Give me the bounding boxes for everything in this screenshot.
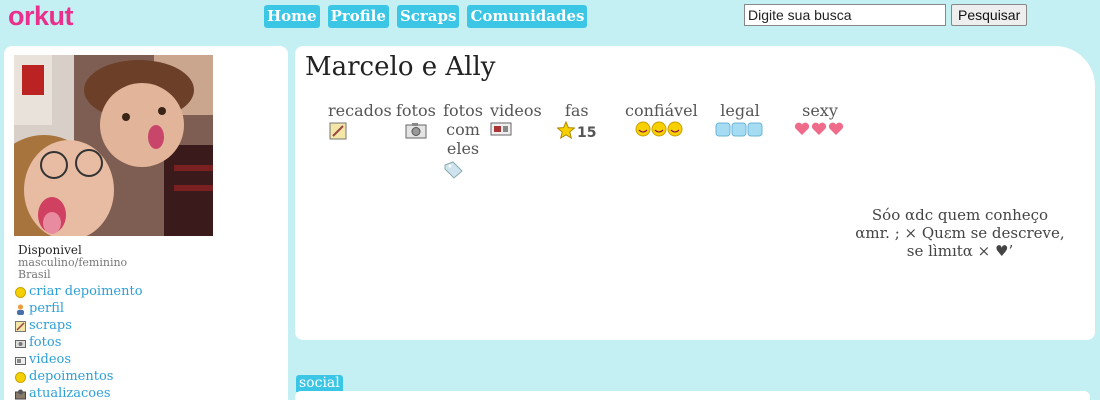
stat-label: sexy [802,101,838,120]
stat-sexy[interactable]: sexy [794,101,846,141]
fans-count: 15 [577,124,597,141]
profile-name: Marcelo e Ally [305,52,496,82]
profile-meta: masculino/feminino Brasil [18,257,127,281]
stat-videos[interactable]: videos [490,101,542,141]
menu-label: atualizacoes [29,386,111,400]
trusty-smiley-icon [635,121,687,141]
ice-cube-icon [715,121,765,141]
stat-label: fotos com eles [443,101,483,158]
stat-label: legal [720,101,760,120]
menu-item-atualizacoes[interactable]: atualizacoes [15,385,143,400]
stat-legal[interactable]: legal [715,101,765,141]
camera-icon [15,337,26,348]
menu-label: scraps [29,318,72,333]
search-bar: Pesquisar [744,4,1028,26]
profile-bio: Sóo αdc quem conheço αmr. ; × Quεm se de… [855,206,1065,260]
profile-card: Marcelo e Ally recados fotos fotos com e… [295,46,1095,340]
search-button[interactable]: Pesquisar [951,4,1028,26]
stat-recados[interactable]: recados [328,101,392,145]
menu-label: depoimentos [29,369,114,384]
camera-icon [405,121,427,143]
menu-item-depoimentos[interactable]: depoimentos [15,368,143,385]
stat-fotos-com-eles[interactable]: fotos com eles [442,101,484,183]
smiley-icon [15,286,26,298]
stat-label: confiável [625,101,698,120]
stat-label: videos [490,101,542,120]
menu-item-perfil[interactable]: perfil [15,300,143,317]
profile-photo[interactable] [14,55,213,236]
social-panel [295,391,1090,400]
menu-label: criar depoimento [29,284,143,299]
profile-sidebar: Disponivel masculino/feminino Brasil cri… [4,46,288,400]
nav-comunidades[interactable]: Comunidades [467,5,588,28]
smiley-icon [15,371,26,383]
menu-label: fotos [29,335,62,350]
country-text: Brasil [18,268,51,281]
notepad-icon [15,320,26,332]
search-input[interactable] [744,4,946,26]
orkut-logo[interactable]: orkut [8,1,74,32]
menu-item-videos[interactable]: videos [15,351,143,368]
star-icon [556,120,576,145]
notepad-icon [328,121,348,145]
main-nav: Home Profile Scraps Comunidades [264,5,588,28]
video-icon [490,121,512,141]
update-icon [15,388,26,400]
online-status: Disponivel [18,243,82,257]
stat-fas[interactable]: fas 15 [556,101,597,145]
stat-confiavel[interactable]: confiável [625,101,698,141]
stat-label: fotos [396,101,436,120]
stat-fotos[interactable]: fotos [396,101,436,143]
user-icon [15,303,26,315]
stat-label: recados [328,101,392,120]
menu-label: videos [29,352,72,367]
tag-icon [442,159,464,183]
menu-item-fotos[interactable]: fotos [15,334,143,351]
nav-home[interactable]: Home [264,5,320,28]
menu-item-criar-depoimento[interactable]: criar depoimento [15,283,143,300]
nav-profile[interactable]: Profile [327,5,389,28]
profile-menu: criar depoimento perfil scraps fotos vid… [15,283,143,400]
heart-icon [794,121,846,141]
video-icon [15,354,26,365]
menu-label: perfil [29,301,65,316]
stat-label: fas [564,101,589,120]
nav-scraps[interactable]: Scraps [396,5,460,28]
tab-social[interactable]: social [296,375,343,392]
menu-item-scraps[interactable]: scraps [15,317,143,334]
